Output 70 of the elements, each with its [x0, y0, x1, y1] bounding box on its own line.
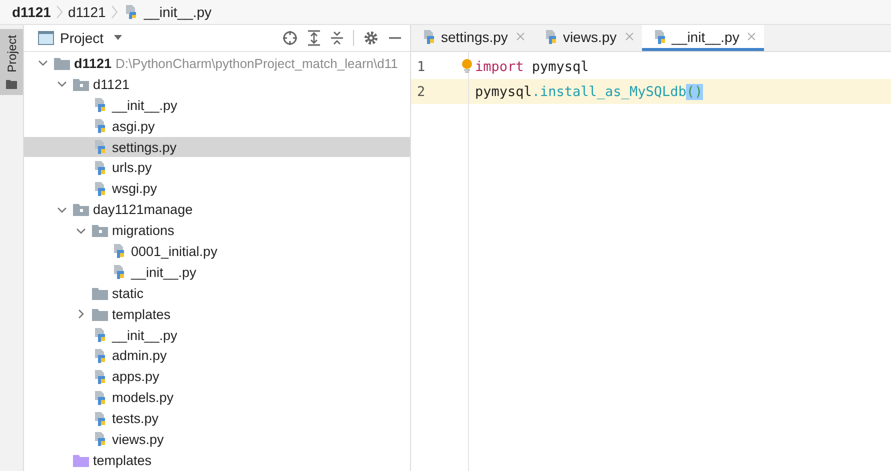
tree-item[interactable]: __init__.py: [24, 262, 410, 283]
editor-tab[interactable]: __init__.py: [642, 25, 764, 51]
tree-item[interactable]: models.py: [24, 387, 410, 408]
line-number: 2: [417, 84, 426, 100]
breadcrumb-item[interactable]: d1121: [68, 4, 106, 20]
breadcrumb-item[interactable]: d1121: [12, 4, 51, 20]
python-file-icon: [92, 97, 108, 114]
tree-item[interactable]: templates: [24, 304, 410, 325]
tree-item[interactable]: views.py: [24, 429, 410, 450]
python-file-icon: [92, 139, 108, 155]
dropdown-icon[interactable]: [112, 35, 123, 41]
tree-item[interactable]: wsgi.py: [24, 178, 410, 200]
tree-item[interactable]: d1121: [24, 74, 410, 95]
python-file-icon: [92, 390, 108, 406]
folder-icon: [92, 224, 108, 238]
chevron-icon: [110, 5, 118, 19]
breadcrumb-item[interactable]: __init__.py: [144, 4, 212, 20]
python-file-icon: [92, 180, 108, 197]
tree-item[interactable]: admin.py: [24, 345, 410, 366]
folder-icon: [73, 203, 89, 216]
folder-icon: [73, 454, 89, 467]
chevron-icon[interactable]: [57, 204, 67, 215]
chevron-icon[interactable]: [76, 226, 86, 236]
project-tool-tab[interactable]: Project: [0, 29, 23, 96]
tree-item[interactable]: urls.py: [24, 157, 410, 178]
line-number: 1: [417, 58, 426, 74]
python-file-icon: [111, 264, 127, 280]
panel-title[interactable]: Project: [60, 30, 104, 46]
window-icon: [38, 31, 54, 45]
python-file-icon: [92, 327, 108, 344]
tree-item[interactable]: day1121manage: [24, 199, 410, 220]
python-file-icon: [92, 118, 108, 134]
close-icon[interactable]: [747, 32, 756, 41]
locate-icon[interactable]: [282, 30, 298, 46]
folder-icon: [73, 78, 89, 91]
python-file-icon: [92, 160, 108, 176]
editor-tab[interactable]: settings.py: [411, 25, 533, 51]
python-file-icon: [111, 243, 127, 260]
chevron-icon: [56, 5, 63, 19]
expand-all-icon[interactable]: [307, 30, 321, 46]
folder-icon: [6, 80, 17, 90]
tree-item[interactable]: apps.py: [24, 366, 410, 388]
folder-icon: [92, 286, 108, 300]
lightbulb-icon[interactable]: [461, 59, 473, 73]
python-file-icon: [421, 28, 437, 44]
tree-item[interactable]: d1121 D:\PythonCharm\pythonProject_match_learn\d11: [24, 53, 410, 74]
tree-item[interactable]: static: [24, 282, 410, 304]
tree-item[interactable]: __init__.py: [24, 324, 410, 346]
python-file-icon: [92, 348, 108, 364]
tree-item[interactable]: tests.py: [24, 408, 410, 430]
editor-tab[interactable]: views.py: [532, 25, 642, 51]
tree-item[interactable]: migrations: [24, 220, 410, 242]
tree-item[interactable]: settings.py: [24, 136, 410, 158]
chevron-icon[interactable]: [57, 79, 67, 90]
settings-icon[interactable]: [363, 30, 379, 46]
chevron-icon[interactable]: [76, 309, 86, 320]
path-text: D:\PythonCharm\pythonProject_match_learn\d11: [116, 56, 398, 71]
folder-icon: [92, 308, 108, 321]
collapse-all-icon[interactable]: [330, 30, 344, 46]
chevron-icon[interactable]: [38, 58, 48, 68]
code-line: pymysql.install_as_MySQLdb(): [475, 84, 703, 100]
tree-item[interactable]: 0001_initial.py: [24, 241, 410, 262]
code-line: import pymysql: [475, 58, 589, 74]
folder-icon: [54, 56, 70, 70]
python-file-icon: [92, 368, 108, 385]
tree-item[interactable]: templates: [24, 450, 410, 471]
python-file-icon: [92, 410, 108, 427]
tree-item[interactable]: __init__.py: [24, 94, 410, 116]
python-file-icon: [92, 431, 108, 448]
tree-item[interactable]: asgi.py: [24, 116, 410, 137]
